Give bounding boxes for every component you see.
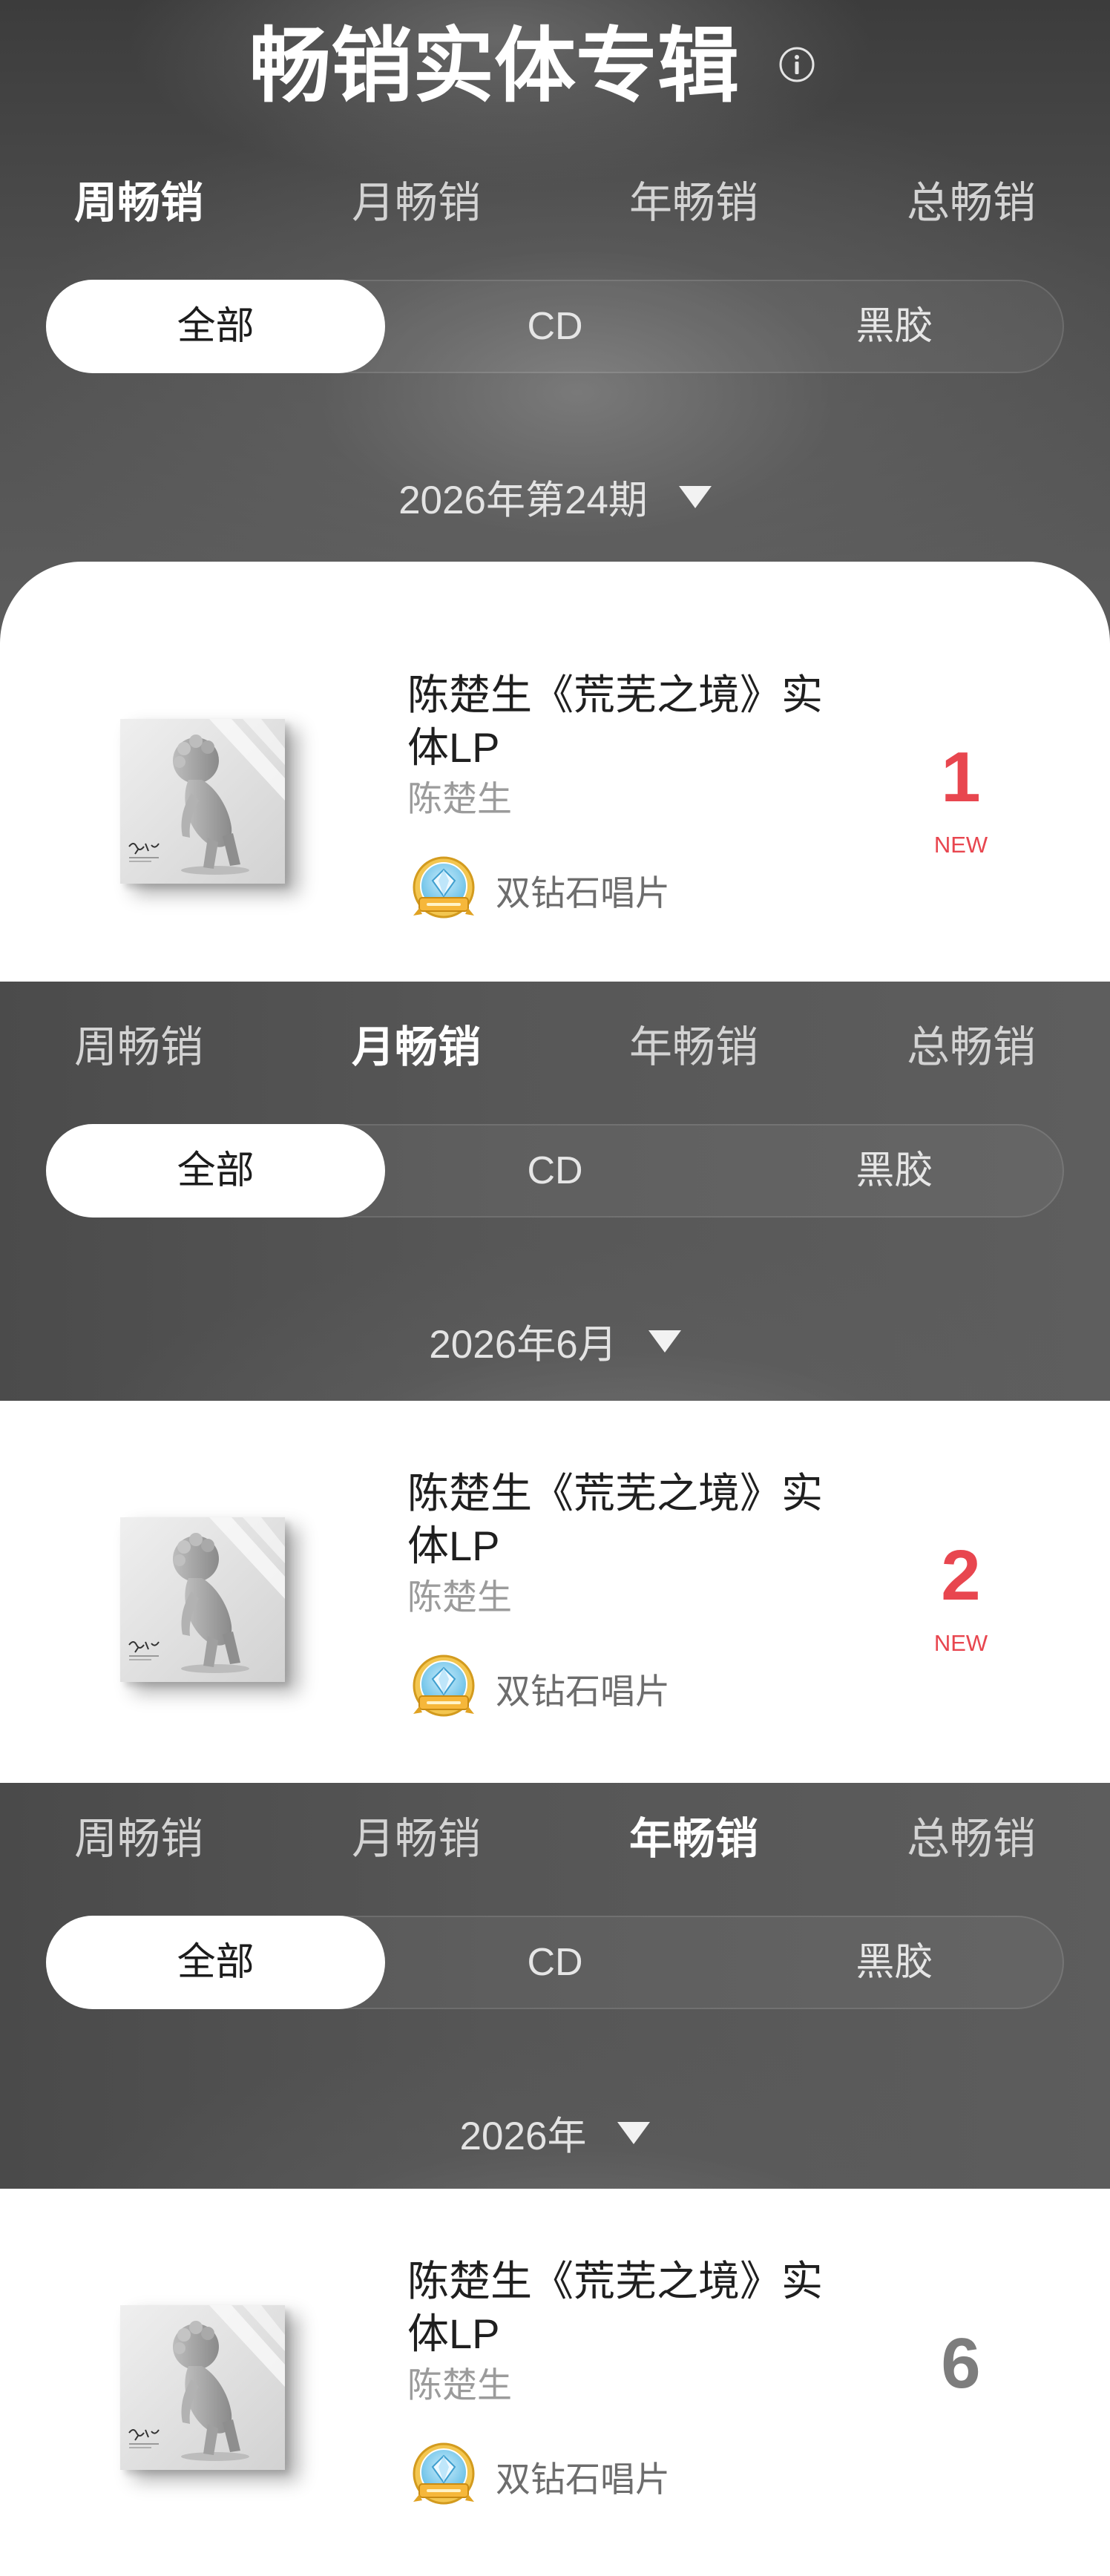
tab-all-time[interactable]: 总畅销 xyxy=(832,1011,1110,1085)
filter-vinyl[interactable]: 黑胶 xyxy=(725,1124,1064,1218)
tab-yearly[interactable]: 年畅销 xyxy=(555,166,832,240)
tab-weekly[interactable]: 周畅销 xyxy=(0,1011,278,1085)
rank-number: 1 xyxy=(941,737,981,817)
album-cover[interactable] xyxy=(120,1517,285,1682)
filter-cd[interactable]: CD xyxy=(385,1916,724,2009)
monthly-chart-section: 周畅销 月畅销 年畅销 总畅销 全部 CD 黑胶 2026年6月 陈楚生《荒芜之… xyxy=(0,982,1110,1783)
chevron-down-icon xyxy=(678,486,712,508)
tab-all-time[interactable]: 总畅销 xyxy=(832,166,1110,240)
filter-vinyl[interactable]: 黑胶 xyxy=(725,1916,1064,2009)
double-diamond-badge-icon xyxy=(410,1655,477,1721)
new-badge: NEW xyxy=(933,832,988,858)
chart-controls: 周畅销 月畅销 年畅销 总畅销 全部 CD 黑胶 2026年6月 xyxy=(0,1011,1110,1381)
chart-entry[interactable]: 陈楚生《荒芜之境》实体LP 陈楚生 双钻石唱片 6 xyxy=(0,2189,1110,2576)
tab-monthly[interactable]: 月畅销 xyxy=(278,166,555,240)
certification-label: 双钻石唱片 xyxy=(496,1671,670,1711)
tab-monthly[interactable]: 月畅销 xyxy=(278,1802,555,1876)
format-filter: 全部 CD 黑胶 xyxy=(46,1916,1064,2009)
page-title: 畅销实体专辑 xyxy=(249,21,739,112)
double-diamond-badge-icon xyxy=(410,2442,477,2509)
filter-cd[interactable]: CD xyxy=(385,280,724,373)
certification: 双钻石唱片 xyxy=(410,1655,670,1721)
filter-cd[interactable]: CD xyxy=(385,1124,724,1218)
rank-number: 2 xyxy=(941,1536,981,1615)
period-label: 2026年第24期 xyxy=(398,479,648,522)
album-title[interactable]: 陈楚生《荒芜之境》实体LP xyxy=(407,2255,834,2360)
filter-vinyl[interactable]: 黑胶 xyxy=(725,280,1064,373)
album-cover[interactable] xyxy=(120,2305,285,2470)
album-artist[interactable]: 陈楚生 xyxy=(407,1575,512,1620)
certification-label: 双钻石唱片 xyxy=(496,873,670,913)
tab-yearly[interactable]: 年畅销 xyxy=(555,1802,832,1876)
album-cover[interactable] xyxy=(120,719,285,884)
period-selector[interactable]: 2026年 xyxy=(0,2103,1110,2163)
album-title[interactable]: 陈楚生《荒芜之境》实体LP xyxy=(407,668,834,774)
chart-period-tabs: 周畅销 月畅销 年畅销 总畅销 xyxy=(0,1011,1110,1085)
chart-entry[interactable]: 陈楚生《荒芜之境》实体LP 陈楚生 双钻石唱片 1 NEW xyxy=(0,562,1110,982)
tab-monthly[interactable]: 月畅销 xyxy=(278,1011,555,1085)
tab-yearly[interactable]: 年畅销 xyxy=(555,1011,832,1085)
rank-number: 6 xyxy=(941,2324,981,2403)
chart-period-tabs: 周畅销 月畅销 年畅销 总畅销 xyxy=(0,166,1110,240)
chart-controls: 周畅销 月畅销 年畅销 总畅销 全部 CD 黑胶 2026年 xyxy=(0,1802,1110,2173)
chart-entry[interactable]: 陈楚生《荒芜之境》实体LP 陈楚生 双钻石唱片 2 NEW xyxy=(0,1401,1110,1783)
period-selector[interactable]: 2026年6月 xyxy=(0,1312,1110,1371)
period-label: 2026年 xyxy=(459,2115,587,2158)
certification-label: 双钻石唱片 xyxy=(496,2459,670,2499)
filter-all[interactable]: 全部 xyxy=(46,1124,386,1218)
certification: 双钻石唱片 xyxy=(410,856,670,923)
chart-entry-body: 陈楚生《荒芜之境》实体LP 陈楚生 双钻石唱片 6 xyxy=(0,2189,1110,2530)
format-filter: 全部 CD 黑胶 xyxy=(46,280,1064,373)
tab-weekly[interactable]: 周畅销 xyxy=(0,166,278,240)
period-label: 2026年6月 xyxy=(429,1323,617,1367)
chevron-down-icon xyxy=(617,2122,651,2144)
chevron-down-icon xyxy=(648,1330,681,1353)
filter-all[interactable]: 全部 xyxy=(46,280,386,373)
chart-period-tabs: 周畅销 月畅销 年畅销 总畅销 xyxy=(0,1802,1110,1876)
chart-entry-body: 陈楚生《荒芜之境》实体LP 陈楚生 双钻石唱片 1 NEW xyxy=(0,602,1110,944)
chart-entry-body: 陈楚生《荒芜之境》实体LP 陈楚生 双钻石唱片 2 NEW xyxy=(0,1401,1110,1742)
weekly-chart-section: 畅销实体专辑 周畅销 月畅销 年畅销 总畅销 全部 CD 黑胶 2026年第24… xyxy=(0,0,1110,982)
yearly-chart-section: 周畅销 月畅销 年畅销 总畅销 全部 CD 黑胶 2026年 陈楚生《荒芜之境》… xyxy=(0,1783,1110,2576)
new-badge: NEW xyxy=(933,1630,988,1656)
album-title[interactable]: 陈楚生《荒芜之境》实体LP xyxy=(407,1467,834,1572)
info-icon[interactable] xyxy=(778,46,815,83)
tab-weekly[interactable]: 周畅销 xyxy=(0,1802,278,1876)
chart-controls: 周畅销 月畅销 年畅销 总畅销 全部 CD 黑胶 2026年第24期 xyxy=(0,166,1110,537)
album-artist[interactable]: 陈楚生 xyxy=(407,2363,512,2408)
double-diamond-badge-icon xyxy=(410,856,477,923)
filter-all[interactable]: 全部 xyxy=(46,1916,386,2009)
album-artist[interactable]: 陈楚生 xyxy=(407,777,512,821)
tab-all-time[interactable]: 总畅销 xyxy=(832,1802,1110,1876)
format-filter: 全部 CD 黑胶 xyxy=(46,1124,1064,1218)
certification: 双钻石唱片 xyxy=(410,2442,670,2509)
period-selector[interactable]: 2026年第24期 xyxy=(0,467,1110,527)
